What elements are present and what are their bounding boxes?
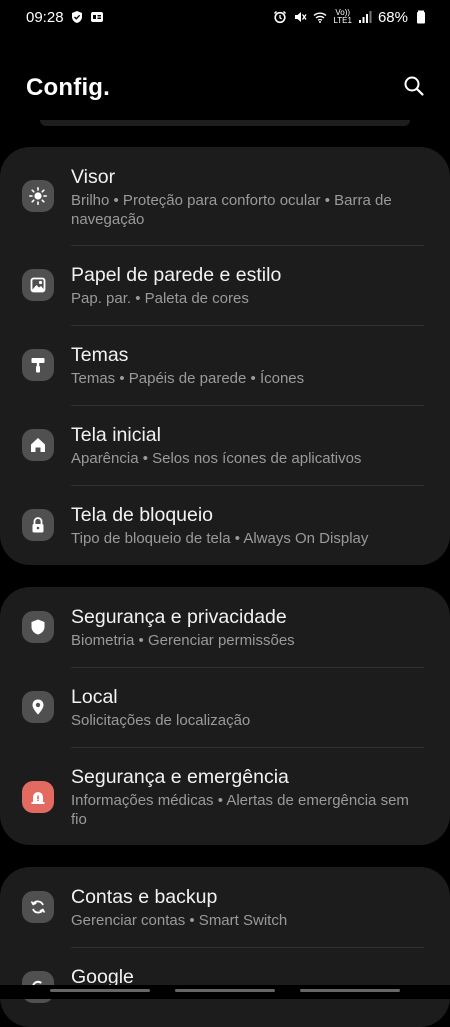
navigation-bar xyxy=(0,985,450,999)
notification-app-icon xyxy=(90,10,104,24)
status-bar: 09:28 Vo)) LTE1 68% xyxy=(0,0,450,34)
emergency-icon xyxy=(22,781,54,813)
paint-roller-icon xyxy=(22,349,54,381)
settings-item-label: Temas xyxy=(71,344,129,366)
settings-item-subtitle: Aparência • Selos nos ícones de aplicati… xyxy=(71,450,362,467)
sun-icon xyxy=(22,180,54,212)
settings-item-subtitle: Temas • Papéis de parede • Ícones xyxy=(71,370,305,387)
settings-item-label: Segurança e privacidade xyxy=(71,606,287,628)
status-bar-right: Vo)) LTE1 68% xyxy=(273,9,428,26)
lock-icon xyxy=(22,509,54,541)
status-bar-left: 09:28 xyxy=(26,9,104,26)
settings-item-lock-screen[interactable]: Tela de bloqueio Tipo de bloqueio de tel… xyxy=(0,486,450,565)
volte-bottom-text: LTE1 xyxy=(333,16,352,25)
shield-check-icon xyxy=(70,10,84,24)
shield-icon xyxy=(22,611,54,643)
settings-group-accounts: Contas e backup Gerenciar contas • Smart… xyxy=(0,867,450,1027)
home-icon xyxy=(22,429,54,461)
settings-item-location[interactable]: Local Solicitações de localização xyxy=(0,668,450,747)
settings-item-label: Visor xyxy=(71,166,116,188)
settings-item-visor[interactable]: Visor Brilho • Proteção para conforto oc… xyxy=(0,147,450,245)
signal-icon xyxy=(358,10,372,24)
page-title: Config. xyxy=(26,74,111,101)
settings-item-subtitle: Tipo de bloqueio de tela • Always On Dis… xyxy=(71,530,369,547)
alarm-icon xyxy=(273,10,287,24)
collapsed-card-edge xyxy=(40,120,410,126)
search-icon xyxy=(403,75,425,102)
settings-item-subtitle: Brilho • Proteção para conforto ocular •… xyxy=(71,192,392,228)
sync-icon xyxy=(22,891,54,923)
settings-item-label: Segurança e emergência xyxy=(71,766,289,788)
app-header: Config. xyxy=(0,60,450,116)
settings-item-subtitle: Pap. par. • Paleta de cores xyxy=(71,290,249,307)
wifi-icon xyxy=(313,10,327,24)
settings-item-subtitle: Informações médicas • Alertas de emergên… xyxy=(71,792,409,828)
settings-item-themes[interactable]: Temas Temas • Papéis de parede • Ícones xyxy=(0,326,450,405)
nav-recent-gesture[interactable] xyxy=(50,989,150,992)
settings-item-security-privacy[interactable]: Segurança e privacidade Biometria • Gere… xyxy=(0,587,450,667)
settings-group-security: Segurança e privacidade Biometria • Gere… xyxy=(0,587,450,845)
settings-item-label: Tela de bloqueio xyxy=(71,504,214,526)
status-time: 09:28 xyxy=(26,8,64,26)
settings-item-label: Contas e backup xyxy=(71,886,218,908)
battery-icon xyxy=(414,10,428,24)
volte-indicator: Vo)) LTE1 xyxy=(333,9,352,25)
nav-home-gesture[interactable] xyxy=(175,989,275,992)
mute-icon xyxy=(293,10,307,24)
search-button[interactable] xyxy=(400,74,428,102)
settings-item-accounts-backup[interactable]: Contas e backup Gerenciar contas • Smart… xyxy=(0,867,450,947)
settings-item-safety-emergency[interactable]: Segurança e emergência Informações médic… xyxy=(0,748,450,845)
location-pin-icon xyxy=(22,691,54,723)
settings-item-label: Tela inicial xyxy=(71,424,161,446)
settings-item-wallpaper[interactable]: Papel de parede e estilo Pap. par. • Pal… xyxy=(0,246,450,325)
settings-item-label: Papel de parede e estilo xyxy=(71,264,282,286)
nav-back-gesture[interactable] xyxy=(300,989,400,992)
settings-item-label: Local xyxy=(71,686,118,708)
image-icon xyxy=(22,269,54,301)
battery-percent: 68% xyxy=(377,8,408,26)
settings-item-subtitle: Gerenciar contas • Smart Switch xyxy=(71,912,288,929)
settings-item-subtitle: Solicitações de localização xyxy=(71,712,251,729)
settings-group-display: Visor Brilho • Proteção para conforto oc… xyxy=(0,147,450,565)
settings-item-home-screen[interactable]: Tela inicial Aparência • Selos nos ícone… xyxy=(0,406,450,485)
settings-item-subtitle: Biometria • Gerenciar permissões xyxy=(71,632,295,649)
